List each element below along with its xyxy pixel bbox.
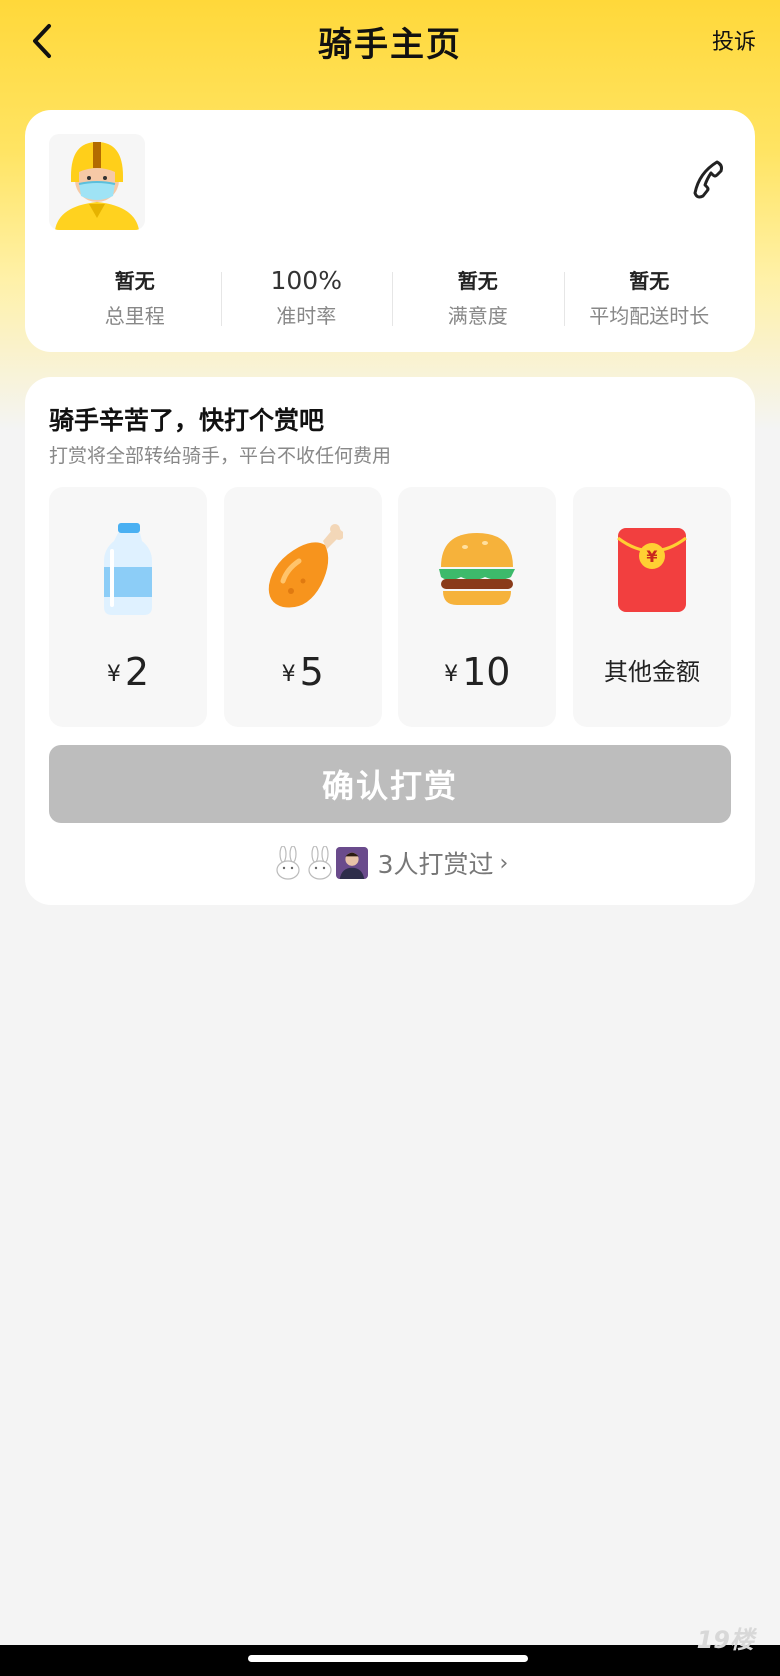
- tippers-link[interactable]: 3人打赏过 ›: [25, 843, 755, 883]
- stat-value: 暂无: [629, 268, 670, 293]
- chevron-right-icon: ›: [499, 850, 509, 876]
- rider-avatar-icon: [55, 142, 139, 230]
- red-envelope-icon: ¥: [617, 528, 687, 612]
- rider-stats: 暂无 总里程 100% 准时率 暂无 满意度 暂无 平均配送时长: [49, 262, 735, 332]
- tip-option-other[interactable]: ¥ 其他金额: [572, 487, 731, 727]
- tip-card: 骑手辛苦了，快打个赏吧 打赏将全部转给骑手，平台不收任何费用 ¥ 2 ¥ 5 ¥…: [25, 377, 755, 905]
- tip-amount: 10: [462, 650, 511, 694]
- stat-avg-delivery-time: 暂无 平均配送时长: [563, 262, 736, 332]
- tipper-avatar: [304, 845, 336, 881]
- tipper-avatar: [335, 845, 368, 881]
- back-button[interactable]: [20, 18, 64, 64]
- call-rider-button[interactable]: [687, 158, 731, 202]
- stat-value: 暂无: [114, 268, 155, 293]
- rider-avatar: [49, 134, 145, 230]
- svg-text:¥: ¥: [646, 547, 657, 566]
- tipper-avatars: [272, 845, 368, 881]
- currency-symbol: ¥: [106, 662, 121, 688]
- rabbit-icon: [276, 846, 300, 880]
- top-bar: 骑手主页 投诉: [0, 0, 780, 82]
- burger-icon: [439, 533, 516, 605]
- phone-icon: [693, 160, 723, 199]
- tip-option-5[interactable]: ¥ 5: [223, 487, 382, 727]
- tip-options: ¥ 2 ¥ 5 ¥ 10 ¥ 其他金额: [49, 487, 731, 727]
- complain-button[interactable]: 投诉: [712, 24, 756, 56]
- tip-title: 骑手辛苦了，快打个赏吧: [49, 406, 325, 435]
- tip-other-label: 其他金额: [603, 657, 700, 686]
- stat-total-distance: 暂无 总里程: [49, 262, 221, 332]
- home-indicator[interactable]: [248, 1655, 528, 1662]
- confirm-tip-button[interactable]: 确认打赏: [49, 745, 731, 823]
- currency-symbol: ¥: [444, 662, 459, 688]
- stat-on-time-rate: 100% 准时率: [220, 262, 393, 332]
- tip-amount: 2: [124, 650, 150, 694]
- tippers-count-text: 3人打赏过: [377, 850, 494, 879]
- user-photo-icon: [335, 847, 368, 879]
- tip-subtitle: 打赏将全部转给骑手，平台不收任何费用: [49, 445, 392, 467]
- stat-label: 满意度: [447, 303, 508, 328]
- stat-label: 准时率: [276, 303, 337, 328]
- tip-amount: 5: [299, 650, 324, 694]
- rabbit-icon: [308, 846, 332, 880]
- stat-value: 暂无: [457, 268, 498, 293]
- water-bottle-icon: [104, 523, 152, 615]
- chicken-leg-icon: [268, 524, 343, 608]
- stat-label: 总里程: [104, 303, 165, 328]
- stat-label: 平均配送时长: [589, 303, 710, 328]
- chevron-left-icon: [33, 24, 51, 58]
- page-title: 骑手主页: [318, 24, 462, 65]
- stat-value: 100%: [270, 265, 342, 295]
- tipper-avatar: [272, 845, 304, 881]
- tip-option-10[interactable]: ¥ 10: [398, 487, 557, 727]
- rider-info-card: 暂无 总里程 100% 准时率 暂无 满意度 暂无 平均配送时长: [25, 110, 755, 352]
- currency-symbol: ¥: [281, 662, 296, 688]
- watermark-logo: 19楼: [696, 1626, 754, 1654]
- stat-satisfaction: 暂无 满意度: [392, 262, 564, 332]
- tip-option-2[interactable]: ¥ 2: [49, 487, 207, 727]
